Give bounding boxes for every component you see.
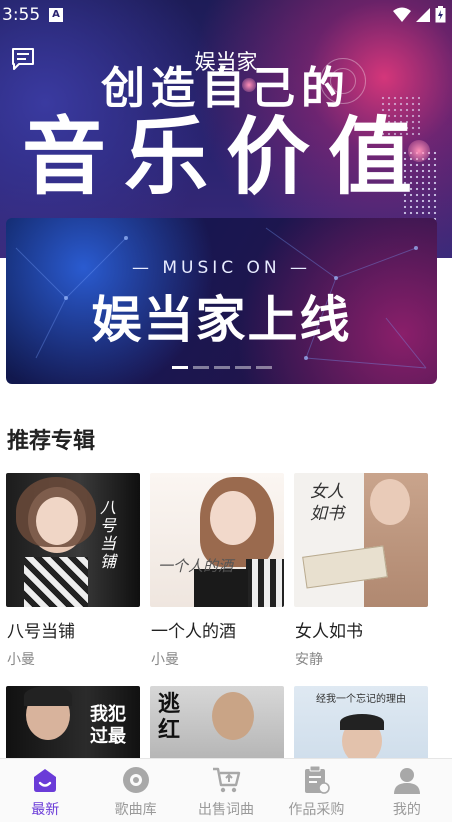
album-cover-text: 八号当铺 [100, 498, 117, 571]
hero-headline-large: 音乐价值 [21, 108, 430, 206]
banner-subtitle: — MUSIC ON — [131, 258, 312, 278]
banner-page-indicator [172, 366, 272, 369]
clipboard-icon [305, 765, 331, 794]
album-artist: 小曼 [7, 652, 35, 668]
tab-song-library[interactable]: 歌曲库 [90, 759, 180, 822]
tab-sell-lyrics[interactable]: 出售词曲 [181, 759, 271, 822]
tab-label: 歌曲库 [114, 802, 157, 818]
album-card[interactable]: 女人如书 女人如书 安静 [294, 473, 428, 668]
album-cover-text: 我犯过最 [90, 704, 126, 747]
album-artist: 安静 [295, 652, 323, 668]
signal-icon [416, 7, 430, 22]
indicator-dot [235, 366, 251, 369]
indicator-dot [193, 366, 209, 369]
battery-icon [435, 6, 446, 23]
tab-label: 最新 [31, 802, 60, 818]
bottom-tab-bar: 最新 歌曲库 出售词曲 作品采购 我的 [0, 758, 452, 822]
tab-mine[interactable]: 我的 [362, 759, 452, 822]
tab-label: 作品采购 [288, 802, 345, 818]
status-time: 3:55 [2, 5, 41, 25]
cart-icon [213, 767, 241, 793]
album-cover-text: 逃红 [158, 692, 181, 743]
user-icon [393, 768, 420, 794]
indicator-dot [214, 366, 230, 369]
app-title: 娱当家 [194, 50, 258, 74]
tab-work-purchase[interactable]: 作品采购 [271, 759, 361, 822]
tab-label: 我的 [392, 802, 421, 818]
home-smile-icon [34, 769, 57, 792]
tab-label: 出售词曲 [198, 802, 255, 818]
album-card[interactable]: 一个人的酒 一个人的酒 小曼 [150, 473, 284, 668]
banner-title: 娱当家上线 [91, 291, 352, 349]
status-bar: 3:55 A [0, 0, 452, 30]
album-cover: 女人如书 [294, 473, 428, 607]
disc-icon [122, 767, 149, 793]
album-cover: 八号当铺 [6, 473, 140, 607]
status-icons [393, 6, 446, 23]
promo-banner[interactable]: — MUSIC ON — 娱当家上线 [6, 218, 437, 384]
tab-latest[interactable]: 最新 [0, 759, 90, 822]
album-cover-text: 女人如书 [310, 482, 344, 524]
section-title: 推荐专辑 [7, 429, 96, 454]
album-cover-text: 一个人的酒 [158, 557, 234, 575]
wifi-icon [393, 7, 411, 22]
album-cover: 一个人的酒 [150, 473, 284, 607]
indicator-dot [256, 366, 272, 369]
notification-icon: A [49, 8, 63, 22]
album-name: 八号当铺 [7, 622, 75, 642]
album-card[interactable]: 八号当铺 八号当铺 小曼 [6, 473, 140, 668]
indicator-dot [172, 366, 188, 369]
album-name: 一个人的酒 [151, 622, 236, 642]
album-artist: 小曼 [151, 652, 179, 668]
album-name: 女人如书 [295, 622, 363, 642]
album-cover-text: 经我一个忘记的理由 [316, 694, 406, 705]
